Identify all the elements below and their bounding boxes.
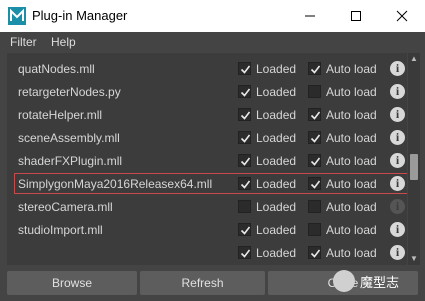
- loaded-checkbox[interactable]: [238, 223, 251, 236]
- info-icon[interactable]: i: [390, 130, 405, 145]
- plugin-name: retargeterNodes.py: [18, 85, 121, 99]
- menu-bar: Filter Help: [0, 32, 425, 52]
- autoload-label: Auto load: [326, 154, 377, 168]
- loaded-label: Loaded: [256, 108, 297, 122]
- plugin-row[interactable]: SimplygonMaya2016Releasex64.mll Loaded Aut…: [7, 173, 407, 196]
- loaded-checkbox[interactable]: [238, 200, 251, 213]
- loaded-label: Loaded: [256, 154, 297, 168]
- info-icon[interactable]: i: [390, 222, 405, 237]
- plugin-row[interactable]: studioImport.mll Loaded Auto load i: [7, 219, 407, 242]
- close-icon: [396, 10, 408, 22]
- watermark-logo-icon: [333, 270, 355, 292]
- plugin-list: quatNodes.mll Loaded Auto load i retargeterN…: [7, 53, 407, 265]
- plugin-row[interactable]: retargeterNodes.py Loaded Auto load i: [7, 81, 407, 104]
- minimize-icon: [305, 15, 315, 17]
- autoload-checkbox[interactable]: [308, 108, 321, 121]
- autoload-label: Auto load: [326, 131, 377, 145]
- plugin-row[interactable]: shaderFXPlugin.mll Loaded Auto load i: [7, 150, 407, 173]
- menu-help[interactable]: Help: [51, 35, 76, 49]
- loaded-label: Loaded: [256, 62, 297, 76]
- close-window-button[interactable]: [379, 0, 425, 32]
- autoload-label: Auto load: [326, 246, 377, 260]
- autoload-label: Auto load: [326, 223, 377, 237]
- loaded-checkbox[interactable]: [238, 246, 251, 259]
- window-title: Plug-in Manager: [32, 8, 128, 23]
- plugin-name: quatNodes.mll: [18, 62, 95, 76]
- info-icon[interactable]: i: [390, 153, 405, 168]
- autoload-checkbox[interactable]: [308, 177, 321, 190]
- maximize-icon: [351, 11, 361, 21]
- loaded-label: Loaded: [256, 177, 297, 191]
- plugin-name: studioImport.mll: [18, 223, 103, 237]
- autoload-label: Auto load: [326, 85, 377, 99]
- autoload-label: Auto load: [326, 177, 377, 191]
- info-icon[interactable]: i: [390, 61, 405, 76]
- watermark-text: 魔型志: [360, 274, 400, 290]
- autoload-checkbox[interactable]: [308, 85, 321, 98]
- scrollbar-thumb[interactable]: [410, 154, 418, 180]
- plugin-name: SimplygonMaya2016Releasex64.mll: [18, 177, 213, 191]
- loaded-label: Loaded: [256, 246, 297, 260]
- loaded-checkbox[interactable]: [238, 85, 251, 98]
- plugin-name: sceneAssembly.mll: [18, 131, 120, 145]
- loaded-label: Loaded: [256, 131, 297, 145]
- browse-button[interactable]: Browse: [7, 271, 137, 295]
- plugin-row[interactable]: stereoCamera.mll Loaded Auto load i: [7, 196, 407, 219]
- minimize-button[interactable]: [287, 0, 333, 32]
- refresh-button[interactable]: Refresh: [140, 271, 265, 295]
- plugin-row[interactable]: quatNodes.mll Loaded Auto load i: [7, 58, 407, 81]
- info-icon[interactable]: i: [390, 245, 405, 260]
- autoload-label: Auto load: [326, 200, 377, 214]
- plugin-name: stereoCamera.mll: [18, 200, 113, 214]
- autoload-label: Auto load: [326, 62, 377, 76]
- autoload-checkbox[interactable]: [308, 131, 321, 144]
- loaded-checkbox[interactable]: [238, 108, 251, 121]
- loaded-label: Loaded: [256, 200, 297, 214]
- plugin-row[interactable]: sceneAssembly.mll Loaded Auto load i: [7, 127, 407, 150]
- title-bar: Plug-in Manager: [0, 0, 425, 32]
- watermark: 魔型志: [333, 266, 399, 296]
- menu-filter[interactable]: Filter: [10, 35, 37, 49]
- info-icon[interactable]: i: [390, 176, 405, 191]
- plugin-name: shaderFXPlugin.mll: [18, 154, 123, 168]
- loaded-checkbox[interactable]: [238, 131, 251, 144]
- maximize-button[interactable]: [333, 0, 379, 32]
- loaded-label: Loaded: [256, 223, 297, 237]
- loaded-checkbox[interactable]: [238, 154, 251, 167]
- scroll-up-arrow-icon[interactable]: ▲: [408, 53, 420, 65]
- loaded-label: Loaded: [256, 85, 297, 99]
- autoload-checkbox[interactable]: [308, 200, 321, 213]
- autoload-checkbox[interactable]: [308, 154, 321, 167]
- vertical-scrollbar[interactable]: ▲ ▼: [408, 53, 420, 265]
- plugin-row[interactable]: rotateHelper.mll Loaded Auto load i: [7, 104, 407, 127]
- loaded-checkbox[interactable]: [238, 62, 251, 75]
- autoload-label: Auto load: [326, 108, 377, 122]
- plugin-row[interactable]: Loaded Auto load i: [7, 242, 407, 265]
- info-icon[interactable]: i: [390, 84, 405, 99]
- autoload-checkbox[interactable]: [308, 246, 321, 259]
- plugin-name: rotateHelper.mll: [18, 108, 103, 122]
- autoload-checkbox[interactable]: [308, 62, 321, 75]
- maya-app-icon: [8, 7, 26, 25]
- info-icon[interactable]: i: [390, 199, 405, 214]
- info-icon[interactable]: i: [390, 107, 405, 122]
- autoload-checkbox[interactable]: [308, 223, 321, 236]
- scroll-down-arrow-icon[interactable]: ▼: [408, 253, 420, 265]
- loaded-checkbox[interactable]: [238, 177, 251, 190]
